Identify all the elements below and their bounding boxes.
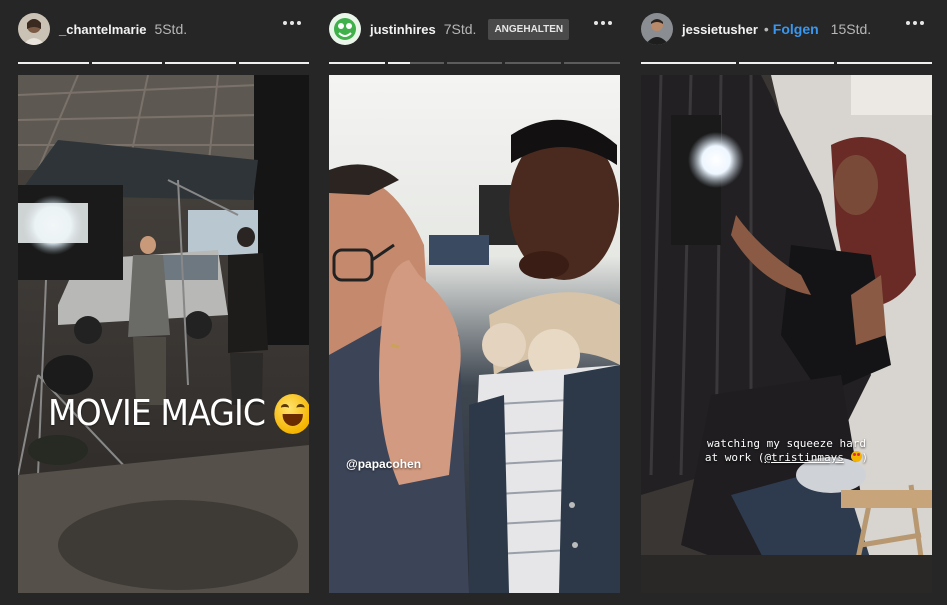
progress-segment xyxy=(446,62,503,64)
username[interactable]: justinhires xyxy=(370,22,436,37)
caption-line: at work (@tristinmays ) xyxy=(641,451,932,465)
story-card-chantelmarie[interactable]: _chantelmarie 5Std. MOVIE MAGIC xyxy=(18,0,309,605)
progress-segment xyxy=(329,62,385,64)
story-card-justinhires[interactable]: justinhires 7Std. ANGEHALTEN @papacohen xyxy=(329,0,620,605)
smiling-face-with-heart-eyes-emoji xyxy=(850,451,862,462)
username[interactable]: _chantelmarie xyxy=(59,22,146,37)
avatar[interactable] xyxy=(329,13,361,45)
progress-segment xyxy=(739,62,834,64)
follow-button[interactable]: Folgen xyxy=(773,21,819,37)
username[interactable]: jessietusher xyxy=(682,22,758,37)
progress-segment xyxy=(238,62,309,64)
avatar[interactable] xyxy=(641,13,673,45)
more-options-icon[interactable] xyxy=(906,21,924,25)
story-media[interactable]: watching my squeeze hard at work (@trist… xyxy=(641,75,932,593)
timestamp: 5Std. xyxy=(154,21,188,37)
timestamp: 7Std. xyxy=(443,21,477,37)
timestamp: 15Std. xyxy=(830,21,872,37)
caption-line: watching my squeeze hard xyxy=(707,437,866,450)
story-progress-bar xyxy=(18,62,309,64)
progress-segment xyxy=(165,62,236,64)
story-progress-bar xyxy=(329,62,620,64)
progress-segment xyxy=(91,62,162,64)
progress-segment xyxy=(641,62,736,64)
progress-segment xyxy=(837,62,932,64)
avatar[interactable] xyxy=(18,13,50,45)
story-media[interactable]: MOVIE MAGIC xyxy=(18,75,309,593)
caption-text: at work ( xyxy=(704,451,765,464)
caption-text: ) xyxy=(861,451,869,464)
more-options-icon[interactable] xyxy=(283,21,301,25)
story-card-jessietusher[interactable]: jessietusher • Folgen 15Std. watching my… xyxy=(641,0,932,605)
story-header: jessietusher • Folgen 15Std. xyxy=(641,12,932,46)
progress-segment xyxy=(18,62,89,64)
more-options-icon[interactable] xyxy=(594,21,612,25)
caption-text: MOVIE MAGIC xyxy=(48,393,266,434)
mention-tag[interactable]: @papacohen xyxy=(346,457,421,471)
story-caption: watching my squeeze hard at work (@trist… xyxy=(641,437,932,465)
story-media[interactable]: @papacohen xyxy=(329,75,620,593)
story-progress-bar xyxy=(641,62,932,64)
status-badge: ANGEHALTEN xyxy=(488,18,570,40)
mention-tag[interactable]: @tristinmays xyxy=(764,451,843,464)
face-with-tears-of-joy-emoji xyxy=(274,393,309,434)
progress-segment xyxy=(387,62,444,64)
story-header: justinhires 7Std. ANGEHALTEN xyxy=(329,12,620,46)
progress-segment xyxy=(564,62,620,64)
progress-segment xyxy=(505,62,562,64)
separator: • xyxy=(763,21,769,37)
story-header: _chantelmarie 5Std. xyxy=(18,12,309,46)
story-caption: MOVIE MAGIC xyxy=(48,393,309,434)
